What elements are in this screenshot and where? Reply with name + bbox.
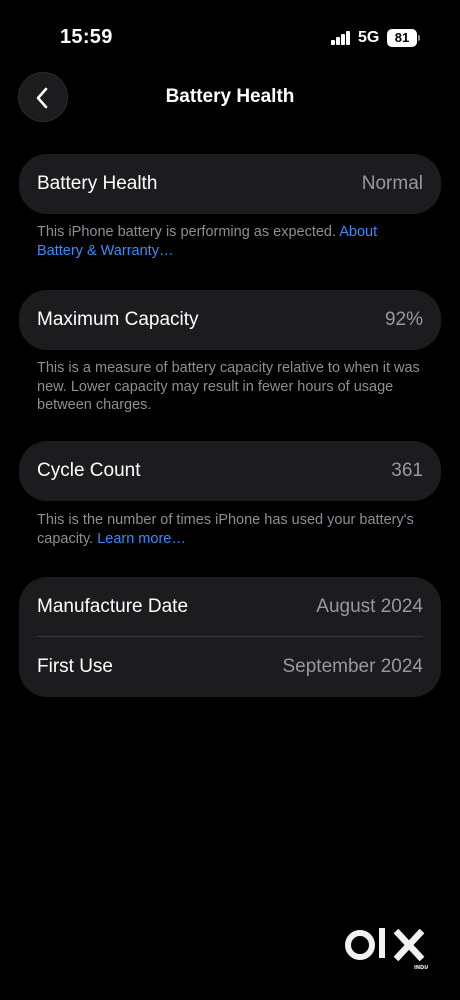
cycle-count-footnote: This is the number of times iPhone has u…: [37, 511, 427, 548]
svg-text:INDIA: INDIA: [414, 965, 428, 971]
first-use-row: First Use September 2024: [37, 637, 423, 697]
battery-health-description: This iPhone battery is performing as exp…: [37, 224, 337, 240]
first-use-label: First Use: [37, 656, 113, 677]
manufacture-date-row: Manufacture Date August 2024: [37, 577, 423, 637]
page-title: Battery Health: [165, 86, 295, 107]
dates-card: Manufacture Date August 2024 First Use S…: [19, 577, 441, 697]
battery-level: 81: [394, 30, 410, 45]
status-time: 15:59: [60, 26, 113, 48]
max-capacity-card: Maximum Capacity 92%: [19, 290, 441, 350]
manufacture-date-label: Manufacture Date: [37, 596, 189, 617]
max-capacity-value: 92%: [384, 309, 423, 330]
cycle-count-value: 361: [391, 460, 423, 481]
max-capacity-label: Maximum Capacity: [37, 309, 199, 330]
battery-health-card: Battery Health Normal: [19, 154, 441, 214]
learn-more-link[interactable]: Learn more…: [97, 531, 186, 547]
cycle-count-description: This is the number of times iPhone has u…: [37, 512, 414, 547]
max-capacity-row: Maximum Capacity 92%: [37, 290, 423, 350]
network-type: 5G: [358, 29, 380, 46]
battery-health-label: Battery Health: [37, 173, 158, 194]
olx-watermark-logo: INDIA: [345, 928, 428, 971]
cycle-count-card: Cycle Count 361: [19, 441, 441, 501]
cycle-count-row: Cycle Count 361: [37, 441, 423, 501]
manufacture-date-value: August 2024: [316, 596, 423, 617]
first-use-value: September 2024: [282, 656, 424, 677]
battery-tip: [418, 35, 420, 41]
battery-icon: 81: [387, 29, 417, 47]
battery-health-footnote: This iPhone battery is performing as exp…: [37, 223, 427, 260]
battery-health-value: Normal: [361, 173, 423, 194]
cycle-count-label: Cycle Count: [37, 460, 141, 481]
max-capacity-footnote: This is a measure of battery capacity re…: [37, 360, 420, 413]
status-bar: 15:59 5G 81: [0, 0, 460, 60]
cellular-signal-icon: [331, 31, 351, 45]
battery-health-row: Battery Health Normal: [37, 154, 423, 214]
